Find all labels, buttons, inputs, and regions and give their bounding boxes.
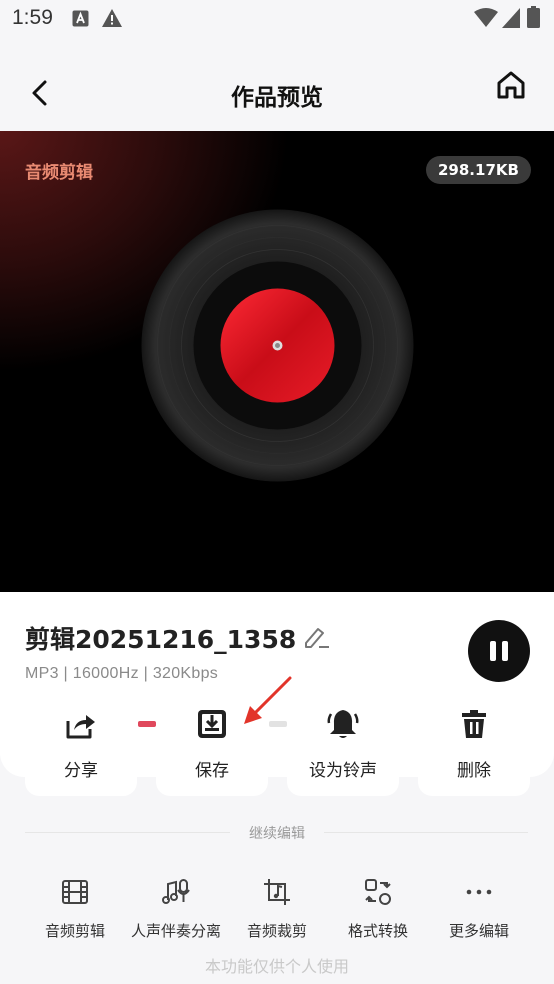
tool-format-convert[interactable]: 格式转换: [328, 872, 428, 942]
file-meta: MP3 | 16000Hz | 320Kbps: [25, 665, 219, 682]
file-name: 剪辑20251216_1358: [25, 625, 297, 654]
share-icon: [66, 715, 95, 739]
edit-name-icon[interactable]: [302, 624, 330, 650]
red-arrow-annotation-icon: [244, 676, 292, 724]
warning-icon: [102, 9, 122, 27]
save-label: 保存: [195, 761, 229, 781]
vinyl-record-icon: [141, 209, 414, 482]
home-icon[interactable]: [496, 70, 526, 100]
tool-more-edit[interactable]: 更多编辑: [429, 872, 529, 942]
music-mic-icon: [162, 879, 190, 904]
signal-icon: [502, 8, 520, 28]
tool-vocal-separation[interactable]: 人声伴奏分离: [126, 872, 226, 942]
app-bar: 作品预览: [0, 40, 554, 130]
tool-audio-clip[interactable]: 音频剪辑: [25, 872, 125, 942]
more-icon: [466, 889, 492, 895]
set-ringtone-button[interactable]: 设为铃声: [287, 700, 399, 796]
status-time: 1:59: [12, 6, 53, 29]
share-button[interactable]: 分享: [25, 700, 137, 796]
pause-button[interactable]: [468, 620, 530, 682]
player-label: 音频剪辑: [25, 163, 93, 183]
page-title: 作品预览: [231, 85, 323, 111]
file-size-badge: 298.17KB: [426, 156, 531, 184]
delete-button[interactable]: 删除: [418, 700, 530, 796]
format-convert-icon: [365, 879, 391, 905]
status-bar: 1:59: [0, 0, 554, 40]
set-ringtone-label: 设为铃声: [309, 761, 377, 781]
battery-icon: [527, 6, 540, 28]
continue-edit-title: 继续编辑: [249, 826, 305, 842]
indicator-dash-red: [138, 721, 156, 727]
tool-audio-crop[interactable]: 音频裁剪: [227, 872, 327, 942]
trash-icon: [462, 710, 486, 738]
wifi-icon: [474, 8, 498, 27]
delete-label: 删除: [457, 761, 491, 781]
section-divider-right: [324, 832, 528, 833]
a-notification-icon: [72, 10, 89, 27]
footer-note: 本功能仅供个人使用: [204, 957, 349, 976]
download-icon: [198, 710, 226, 738]
film-cut-icon: [62, 880, 88, 904]
crop-music-icon: [264, 879, 290, 905]
bell-icon: [327, 710, 359, 738]
share-label: 分享: [64, 761, 98, 781]
audio-player-artwork: 音频剪辑 298.17KB: [0, 131, 554, 592]
tool-more-edit-label: 更多编辑: [448, 922, 509, 940]
section-divider-left: [25, 832, 230, 833]
